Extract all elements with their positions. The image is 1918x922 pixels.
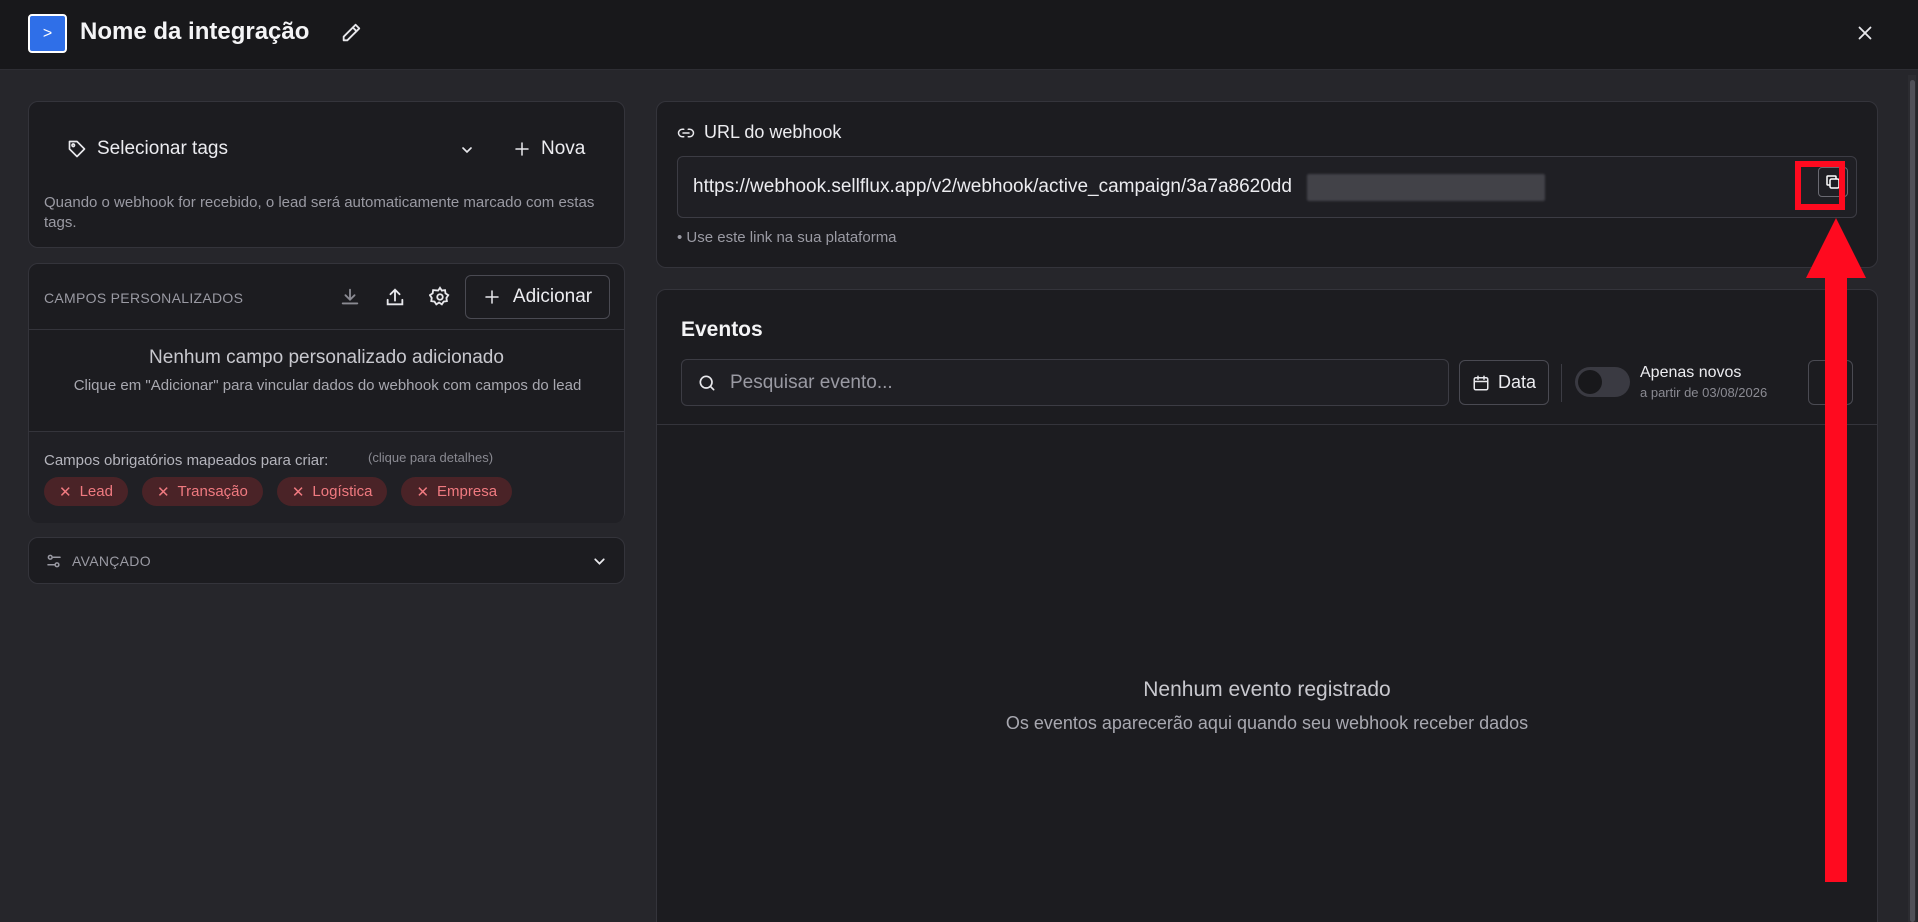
- fields-empty-subtitle: Clique em "Adicionar" para vincular dado…: [73, 377, 582, 394]
- tags-card: Selecionar tags Nova Quando o webhook fo…: [28, 101, 625, 248]
- required-fields-label: Campos obrigatórios mapeados para criar:: [44, 452, 329, 469]
- fields-empty-title: Nenhum campo personalizado adicionado: [149, 347, 504, 368]
- page-title: Nome da integração: [80, 18, 310, 45]
- required-fields-hint[interactable]: (clique para detalhes): [368, 450, 493, 465]
- chevron-down-icon[interactable]: [459, 142, 475, 158]
- custom-fields-header: CAMPOS PERSONALIZADOS Adicionar: [29, 264, 624, 330]
- sliders-icon: [47, 554, 61, 568]
- chevron-down-icon[interactable]: [591, 553, 608, 570]
- webhook-url-field[interactable]: https://webhook.sellflux.app/v2/webhook/…: [677, 156, 1857, 218]
- advanced-label: AVANÇADO: [72, 553, 151, 569]
- download-icon[interactable]: [339, 286, 361, 308]
- webhook-url-text: https://webhook.sellflux.app/v2/webhook/…: [693, 176, 1292, 197]
- scrollbar-thumb[interactable]: [1910, 80, 1915, 922]
- gear-icon[interactable]: [429, 286, 451, 308]
- search-icon: [699, 375, 715, 391]
- new-tag-label: Nova: [541, 138, 586, 159]
- plus-icon: [515, 142, 529, 156]
- tag-icon: [68, 140, 86, 158]
- integration-logo-icon: >: [28, 14, 67, 53]
- events-title: Eventos: [681, 318, 763, 341]
- webhook-title-label: URL do webhook: [704, 122, 842, 142]
- event-search-input[interactable]: [730, 360, 1430, 405]
- close-icon: ✕: [416, 483, 430, 501]
- chip-label: Transação: [177, 483, 248, 500]
- tags-select[interactable]: Selecionar tags: [67, 138, 228, 160]
- tags-help-text: Quando o webhook for recebido, o lead se…: [44, 194, 595, 231]
- required-chip-transacao[interactable]: ✕ Transação: [141, 477, 263, 506]
- calendar-icon: [1473, 375, 1489, 390]
- required-fields-section: Campos obrigatórios mapeados para criar:…: [29, 431, 624, 523]
- only-new-sublabel: a partir de 03/08/2026: [1640, 385, 1768, 400]
- only-new-toggle[interactable]: [1575, 367, 1630, 397]
- arrow-shaft-annotation: [1825, 268, 1847, 882]
- redacted-url-part: [1307, 174, 1545, 201]
- only-new-label: Apenas novos: [1640, 364, 1742, 381]
- custom-fields-card: CAMPOS PERSONALIZADOS Adicionar Nenhum c…: [28, 263, 625, 523]
- header-bar: > Nome da integração: [0, 0, 1918, 70]
- toolbar-divider: [1561, 364, 1562, 402]
- required-chip-empresa[interactable]: ✕ Empresa: [401, 477, 513, 506]
- required-chip-logistica[interactable]: ✕ Logística: [276, 477, 388, 506]
- toggle-knob: [1578, 370, 1602, 394]
- date-filter-button[interactable]: Data: [1459, 360, 1549, 405]
- copy-button-highlight: [1795, 161, 1845, 210]
- required-chip-lead[interactable]: ✕ Lead: [44, 477, 128, 506]
- chip-label: Lead: [79, 483, 113, 500]
- chip-label: Logística: [312, 483, 373, 500]
- webhook-title: URL do webhook: [677, 122, 841, 143]
- date-filter-label: Data: [1497, 372, 1537, 392]
- chip-label: Empresa: [437, 483, 498, 500]
- events-empty-subtitle: Os eventos aparecerão aqui quando seu we…: [1005, 713, 1529, 733]
- tags-select-label: Selecionar tags: [97, 138, 228, 159]
- advanced-section[interactable]: AVANÇADO: [28, 537, 625, 584]
- new-tag-button[interactable]: Nova: [513, 138, 585, 160]
- close-icon[interactable]: [1854, 22, 1876, 44]
- link-icon: [677, 128, 695, 137]
- close-icon: ✕: [59, 483, 72, 501]
- add-field-label: Adicionar: [512, 286, 593, 307]
- event-search: [681, 359, 1449, 406]
- required-chips: ✕ Lead ✕ Transação ✕ Logística ✕ Empresa: [44, 477, 513, 506]
- webhook-card: URL do webhook https://webhook.sellflux.…: [656, 101, 1878, 268]
- webhook-hint: • Use este link na sua plataforma: [677, 229, 897, 246]
- plus-icon: [485, 290, 499, 304]
- upload-icon[interactable]: [384, 286, 406, 308]
- pencil-icon[interactable]: [340, 22, 362, 44]
- events-divider: [657, 424, 1877, 425]
- events-empty-title: Nenhum evento registrado: [1143, 678, 1391, 701]
- close-icon: ✕: [156, 483, 170, 501]
- events-card: Eventos Data Apenas novos a partir de 03…: [656, 289, 1878, 922]
- custom-fields-title: CAMPOS PERSONALIZADOS: [44, 290, 244, 306]
- close-icon: ✕: [291, 483, 305, 501]
- add-field-button[interactable]: Adicionar: [465, 275, 610, 319]
